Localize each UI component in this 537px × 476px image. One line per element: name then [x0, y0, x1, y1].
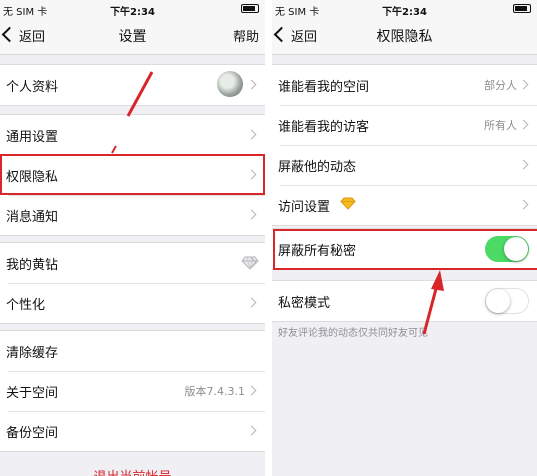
settings-screen: 无 SIM 卡 下午2:34 返回 设置 帮助 个人资料 通用设置 权限隐私 消…: [0, 0, 265, 476]
privacy-screen: 无 SIM 卡 下午2:34 返回 权限隐私 谁能看我的空间 部分人 谁能看我的…: [272, 0, 537, 476]
arrow-annotation: [422, 270, 444, 335]
divider: [265, 0, 272, 476]
arrow-annotation: [111, 71, 154, 154]
